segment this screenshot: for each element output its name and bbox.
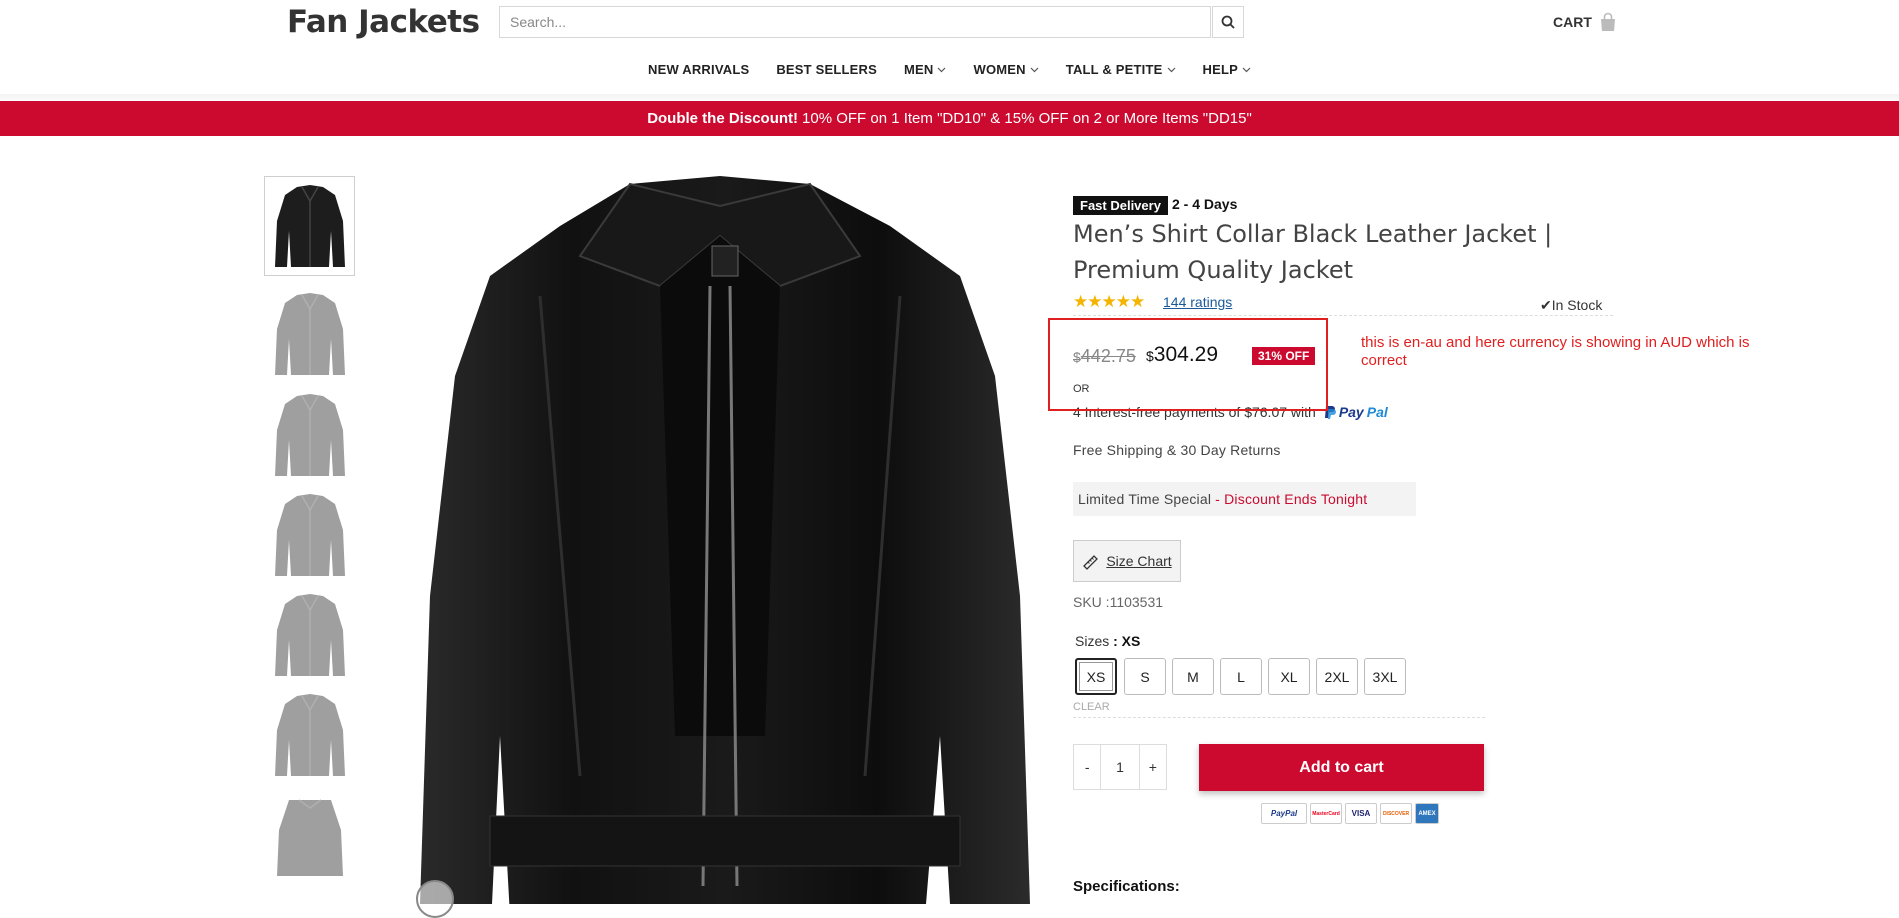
size-option-3xl[interactable]: 3XL: [1364, 658, 1406, 695]
nav-label: WOMEN: [973, 62, 1026, 77]
jacket-thumbnail-image: [274, 185, 345, 267]
main-nav: NEW ARRIVALS BEST SELLERS MEN WOMEN TALL…: [0, 62, 1899, 77]
size-option-l[interactable]: L: [1220, 658, 1262, 695]
add-to-cart-button[interactable]: Add to cart: [1199, 744, 1484, 791]
amex-icon: AMEX: [1415, 803, 1439, 824]
star-icon: ★: [1101, 292, 1117, 311]
paypal-logo[interactable]: Pay Pal: [1324, 404, 1388, 420]
thumbnail-3[interactable]: [264, 385, 355, 485]
jacket-thumbnail-image: [274, 694, 345, 776]
zoom-icon[interactable]: [416, 880, 454, 918]
stock-label: In Stock: [1551, 297, 1603, 313]
annotation-highlight-box: [1048, 318, 1328, 411]
nav-divider: [0, 94, 1899, 100]
paypal-card-icon: PayPal: [1261, 803, 1307, 824]
shopping-bag-icon: [1600, 12, 1615, 31]
limited-red-text: - Discount Ends Tonight: [1215, 491, 1368, 507]
sizes-label: Sizes : XS: [1075, 633, 1140, 649]
product-main-image[interactable]: [420, 176, 1030, 904]
jacket-thumbnail-image: [274, 494, 345, 576]
size-chart-label: Size Chart: [1106, 553, 1172, 569]
nav-help[interactable]: HELP: [1203, 62, 1251, 77]
banner-text: 10% OFF on 1 Item "DD10" & 15% OFF on 2 …: [802, 110, 1252, 127]
paypal-brand-pal: Pal: [1366, 404, 1388, 420]
limited-time-box: Limited Time Special - Discount Ends Toni…: [1073, 482, 1416, 516]
thumbnail-4[interactable]: [264, 485, 355, 585]
search-icon: [1221, 15, 1235, 29]
cart-label: CART: [1553, 14, 1592, 30]
nav-men[interactable]: MEN: [904, 62, 947, 77]
size-chart-button[interactable]: Size Chart: [1073, 540, 1181, 582]
banner-bold: Double the Discount!: [647, 110, 799, 127]
fast-delivery-badge: Fast Delivery: [1073, 196, 1168, 215]
size-option-m[interactable]: M: [1172, 658, 1214, 695]
specifications-heading: Specifications:: [1073, 878, 1180, 895]
qty-minus-button[interactable]: -: [1074, 745, 1102, 789]
search-input[interactable]: [500, 7, 1210, 37]
quantity-stepper: - 1 +: [1073, 744, 1167, 790]
product-title: Men’s Shirt Collar Black Leather Jacket …: [1073, 220, 1553, 284]
star-icon: ★: [1115, 292, 1131, 311]
check-icon: ✔: [1540, 297, 1552, 313]
chevron-down-icon: [1167, 67, 1175, 72]
jacket-thumbnail-image: [276, 799, 343, 876]
divider: [1073, 717, 1485, 718]
chevron-down-icon: [1242, 67, 1251, 72]
payment-icons: PayPal MasterCard VISA DISCOVER AMEX: [1261, 803, 1439, 824]
nav-label: BEST SELLERS: [776, 62, 877, 77]
divider: [1073, 315, 1613, 316]
jacket-thumbnail-image: [274, 394, 345, 476]
delivery-days: 2 - 4 Days: [1172, 196, 1238, 212]
size-option-2xl[interactable]: 2XL: [1316, 658, 1358, 695]
chevron-down-icon: [938, 67, 946, 72]
nav-tall-petite[interactable]: TALL & PETITE: [1066, 62, 1176, 77]
search-box[interactable]: [499, 6, 1211, 38]
clear-selection[interactable]: CLEAR: [1073, 701, 1110, 713]
nav-label: HELP: [1202, 62, 1238, 77]
jacket-thumbnail-image: [274, 293, 345, 375]
site-logo[interactable]: Fan Jackets: [287, 4, 480, 40]
thumbnail-2[interactable]: [264, 284, 355, 384]
visa-icon: VISA: [1345, 803, 1377, 824]
size-option-xl[interactable]: XL: [1268, 658, 1310, 695]
promo-banner: Double the Discount! 10% OFF on 1 Item "…: [0, 101, 1899, 136]
thumbnail-7[interactable]: [264, 785, 355, 885]
sizes-label-text: Sizes: [1075, 633, 1110, 649]
ruler-icon: [1083, 555, 1099, 570]
thumbnail-6[interactable]: [264, 685, 355, 785]
qty-plus-button[interactable]: +: [1138, 745, 1166, 789]
nav-label: TALL & PETITE: [1065, 62, 1163, 77]
discover-icon: DISCOVER: [1380, 803, 1412, 824]
nav-new-arrivals[interactable]: NEW ARRIVALS: [648, 62, 749, 77]
star-icon: ★: [1087, 292, 1102, 311]
mastercard-icon: MasterCard: [1310, 803, 1342, 824]
jacket-thumbnail-image: [274, 594, 345, 676]
nav-best-sellers[interactable]: BEST SELLERS: [776, 62, 877, 77]
nav-label: NEW ARRIVALS: [648, 62, 750, 77]
nav-label: MEN: [903, 62, 934, 77]
nav-women[interactable]: WOMEN: [973, 62, 1039, 77]
paypal-brand-pay: Pay: [1338, 404, 1364, 420]
ratings-link[interactable]: 144 ratings: [1163, 294, 1232, 310]
chevron-down-icon: [1030, 67, 1039, 72]
star-icon: ★: [1073, 292, 1088, 311]
search-button[interactable]: [1212, 6, 1244, 38]
star-icon: ★: [1130, 292, 1145, 311]
thumbnail-1[interactable]: [264, 176, 355, 276]
cart-link[interactable]: CART: [1553, 12, 1618, 32]
shipping-info: Free Shipping & 30 Day Returns: [1073, 442, 1281, 458]
rating-stars: ★★★★★: [1073, 292, 1145, 312]
thumbnail-5[interactable]: [264, 585, 355, 685]
size-option-xs[interactable]: XS: [1075, 658, 1117, 695]
limited-text: Limited Time Special: [1078, 491, 1212, 507]
selected-size: : XS: [1113, 633, 1141, 649]
size-option-s[interactable]: S: [1124, 658, 1166, 695]
sku: SKU :1103531: [1073, 594, 1164, 610]
annotation-note: this is en-au and here currency is showi…: [1361, 334, 1750, 369]
stock-status: ✔In Stock: [1540, 297, 1602, 314]
qty-value[interactable]: 1: [1101, 745, 1138, 789]
